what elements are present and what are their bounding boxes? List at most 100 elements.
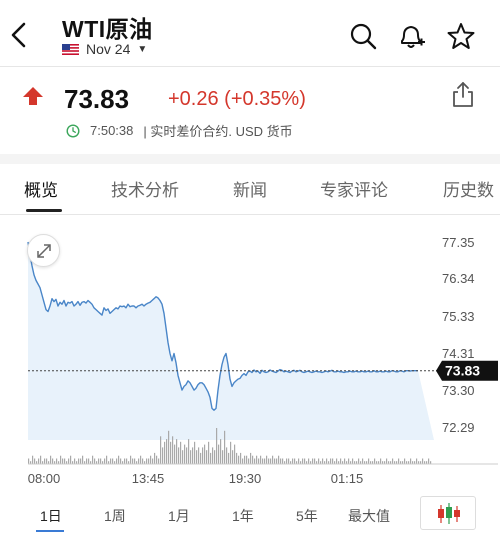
volume-bar	[28, 458, 30, 464]
volume-bar	[134, 458, 136, 464]
volume-bar	[252, 455, 254, 464]
volume-bar	[166, 439, 168, 464]
volume-bar	[294, 458, 296, 464]
volume-bar	[236, 452, 238, 464]
volume-bar	[44, 458, 46, 464]
volume-bar	[56, 458, 58, 464]
volume-bar	[262, 458, 264, 464]
tab-news[interactable]: 新闻	[233, 176, 267, 201]
header: WTI原油 Nov 24 ▼	[0, 0, 500, 66]
price-area-fill	[28, 242, 434, 440]
up-arrow-icon	[23, 87, 43, 105]
x-tick-label: 01:15	[331, 471, 364, 486]
volume-bar	[106, 455, 108, 464]
volume-bar	[250, 452, 252, 464]
volume-bar	[88, 458, 90, 464]
volume-bar	[178, 447, 180, 464]
volume-bar	[168, 430, 170, 464]
volume-bar	[332, 458, 334, 464]
volume-bar	[242, 458, 244, 464]
volume-bar	[240, 452, 242, 464]
volume-bar	[118, 455, 120, 464]
volume-bar	[358, 458, 360, 464]
volume-bar	[116, 458, 118, 464]
instrument-title: WTI原油	[62, 16, 153, 42]
volume-bar	[410, 458, 412, 464]
share-icon[interactable]	[450, 80, 476, 108]
bell-plus-icon[interactable]	[396, 21, 426, 51]
price-change: +0.26 (+0.35%)	[168, 88, 306, 110]
volume-bar	[380, 458, 382, 464]
volume-bar	[280, 458, 282, 464]
volume-bar	[192, 447, 194, 464]
volume-bar	[270, 458, 272, 464]
volume-bar	[282, 458, 284, 464]
contract-selector[interactable]: Nov 24 ▼	[62, 41, 147, 57]
volume-bar	[416, 458, 418, 464]
volume-bar	[374, 458, 376, 464]
volume-bar	[200, 452, 202, 464]
volume-bar	[248, 458, 250, 464]
volume-bar	[292, 458, 294, 464]
volume-bar	[266, 455, 268, 464]
volume-bar	[98, 458, 100, 464]
current-price-label: 73.83	[445, 363, 480, 379]
volume-bar	[238, 455, 240, 464]
volume-bar	[62, 458, 64, 464]
volume-bar	[180, 441, 182, 464]
volume-bar	[276, 458, 278, 464]
volume-bar	[212, 447, 214, 464]
candlestick-toggle-button[interactable]	[420, 496, 476, 530]
volume-bar	[218, 444, 220, 464]
volume-bar	[288, 458, 290, 464]
volume-bar	[228, 452, 230, 464]
volume-bar	[138, 458, 140, 464]
volume-bar	[110, 458, 112, 464]
volume-bar	[244, 455, 246, 464]
volume-bar	[422, 458, 424, 464]
volume-bar	[208, 441, 210, 464]
period-max[interactable]: 最大值	[348, 506, 390, 526]
volume-bar	[82, 455, 84, 464]
expand-icon	[36, 243, 51, 258]
volume-bar	[220, 439, 222, 464]
quote-status: | 实时差价合约. USD 货币	[143, 124, 293, 139]
star-icon[interactable]	[446, 21, 476, 51]
tab-technical[interactable]: 技术分析	[111, 176, 179, 201]
volume-bar	[202, 447, 204, 464]
price-chart[interactable]: 77.35 76.34 75.33 74.31 73.30 72.29 73.83 08:00…	[0, 224, 500, 494]
candlestick-icon	[438, 503, 460, 524]
tab-overview[interactable]: 概览	[24, 176, 58, 201]
volume-bar	[174, 444, 176, 464]
volume-bar	[126, 458, 128, 464]
volume-bar	[150, 455, 152, 464]
volume-bar	[38, 458, 40, 464]
y-tick-label: 73.30	[442, 383, 475, 398]
period-1m[interactable]: 1月	[168, 506, 190, 526]
last-price: 73.83	[64, 84, 130, 114]
chevron-left-icon[interactable]	[8, 20, 30, 50]
volume-bar	[176, 439, 178, 464]
volume-bar	[226, 447, 228, 464]
contract-label: Nov 24	[86, 41, 131, 57]
active-tab-indicator	[26, 209, 62, 212]
volume-bar	[254, 458, 256, 464]
search-icon[interactable]	[348, 21, 378, 51]
period-1d[interactable]: 1日	[40, 506, 62, 526]
expand-chart-button[interactable]	[27, 234, 60, 267]
volume-bar	[348, 458, 350, 464]
tab-historical[interactable]: 历史数	[443, 176, 494, 201]
volume-bar	[86, 458, 88, 464]
tab-analysis[interactable]: 专家评论	[320, 176, 388, 201]
volume-bar	[256, 455, 258, 464]
volume-bar	[94, 458, 96, 464]
period-1y[interactable]: 1年	[232, 506, 254, 526]
quote-panel: 73.83 +0.26 (+0.35%) 7:50:38 | 实时差价合约. U…	[0, 66, 500, 154]
volume-bar	[258, 458, 260, 464]
volume-bar	[64, 458, 66, 464]
volume-bar	[198, 447, 200, 464]
volume-bar	[146, 458, 148, 464]
period-5y[interactable]: 5年	[296, 506, 318, 526]
period-1w[interactable]: 1周	[104, 506, 126, 526]
us-flag-icon	[62, 43, 79, 55]
